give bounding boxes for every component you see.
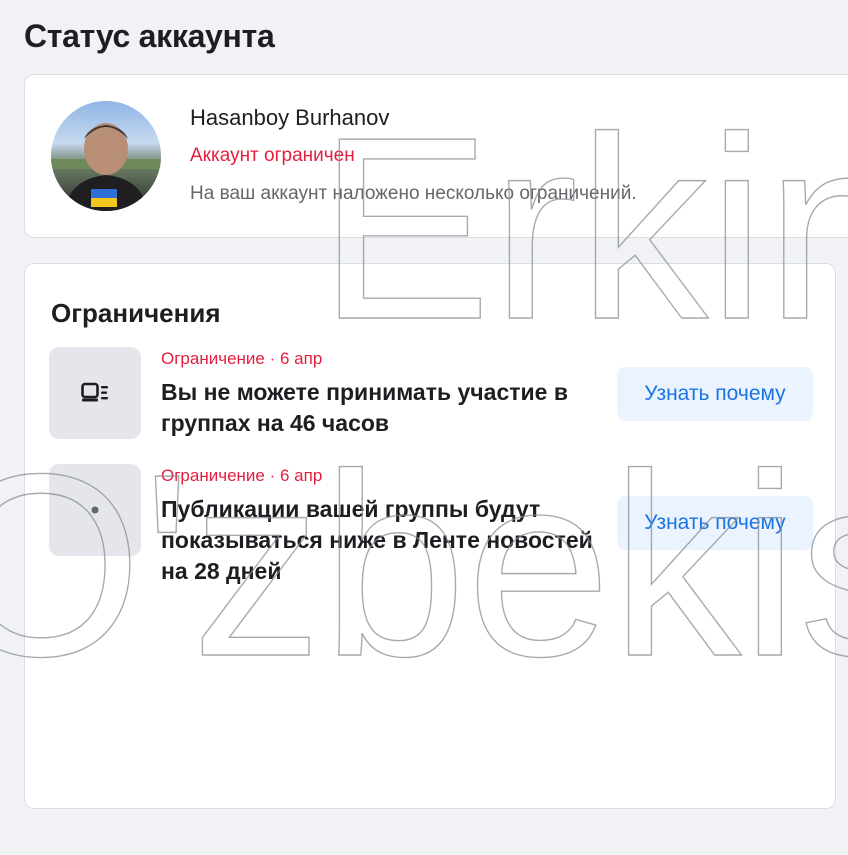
account-status-description: На ваш аккаунт наложено несколько ограни… — [190, 183, 637, 204]
learn-why-button[interactable]: Узнать почему — [617, 367, 813, 421]
restriction-item-feed: Ограничение · 6 апр Публикации вашей гру… — [49, 464, 813, 594]
learn-why-button[interactable]: Узнать почему — [617, 496, 813, 550]
profile-card: Hasanboy Burhanov Аккаунт ограничен На в… — [24, 74, 848, 238]
group-device-icon — [81, 382, 108, 402]
restriction-meta: Ограничение · 6 апр — [161, 349, 323, 368]
restrictions-title: Ограничения — [51, 298, 221, 328]
account-status: Аккаунт ограничен — [190, 145, 355, 166]
page-title: Статус аккаунта — [24, 18, 275, 54]
dot-icon — [91, 506, 99, 514]
restriction-meta: Ограничение · 6 апр — [161, 466, 323, 485]
restriction-icon-box — [49, 464, 141, 556]
restriction-title: Вы не можете принимать участие в группах… — [161, 379, 568, 436]
restriction-icon-box — [49, 347, 141, 439]
profile-name[interactable]: Hasanboy Burhanov — [190, 105, 389, 131]
avatar-photo — [51, 123, 161, 211]
restrictions-card: Ограничения Ограничение · 6 апр Вы не мо… — [24, 263, 836, 809]
restriction-item-groups: Ограничение · 6 апр Вы не можете принима… — [49, 347, 813, 457]
restriction-title: Публикации вашей группы будут показывать… — [161, 496, 593, 584]
avatar[interactable] — [51, 101, 161, 211]
